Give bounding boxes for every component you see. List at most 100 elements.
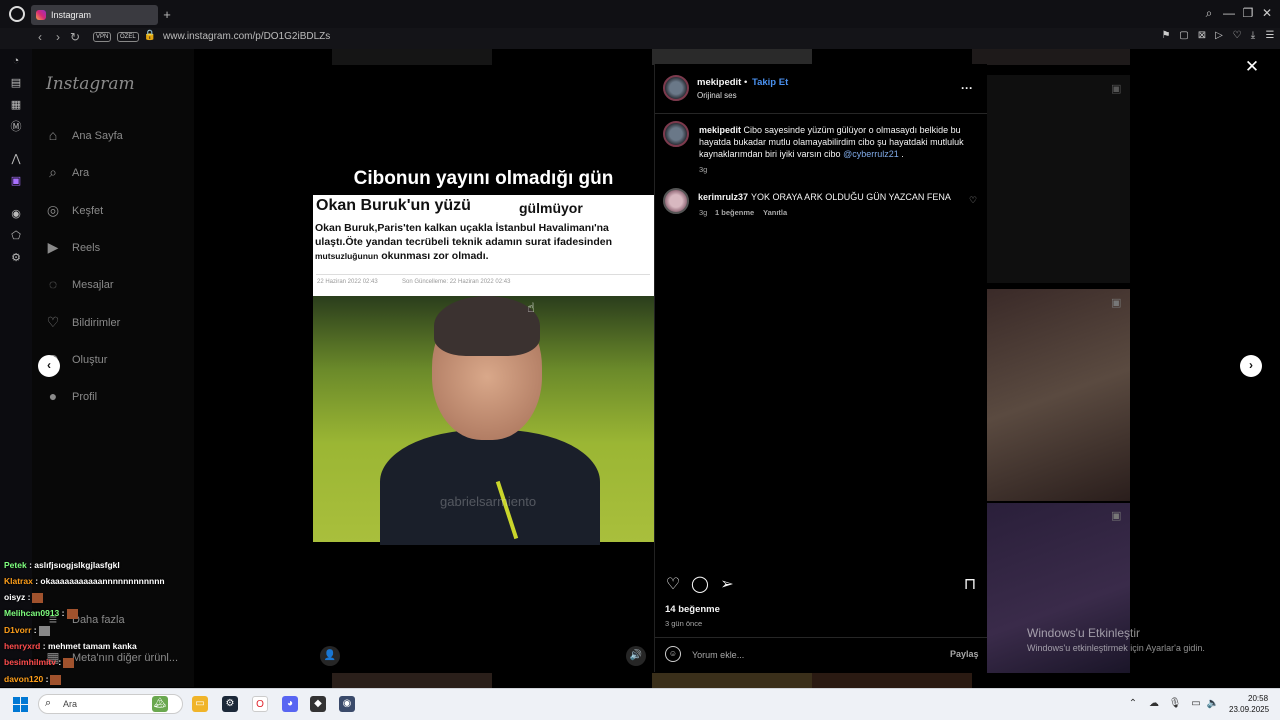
clock-date[interactable]: 23.09.2025 bbox=[1229, 705, 1269, 714]
next-post-chevron-icon[interactable]: › bbox=[1240, 355, 1262, 377]
close-icon[interactable]: ✕ bbox=[1244, 57, 1260, 77]
back-icon[interactable]: ‹ bbox=[33, 30, 47, 44]
cloud-icon[interactable]: ☁ bbox=[1147, 698, 1161, 709]
original-audio-link[interactable]: Orijinal ses bbox=[697, 91, 737, 100]
caption: mekipedit Cibo sayesinde yüzüm gülüyor o… bbox=[699, 124, 974, 160]
browser-tab-bar bbox=[0, 0, 1280, 28]
author-avatar[interactable] bbox=[663, 75, 689, 101]
aria-icon[interactable]: ◔ bbox=[9, 54, 23, 68]
workspace-icon[interactable]: ▤ bbox=[9, 76, 23, 90]
emoji-icon[interactable]: ☺ bbox=[665, 646, 681, 662]
hand-cursor-icon: ☝ bbox=[527, 300, 535, 315]
opera-logo-icon[interactable] bbox=[9, 6, 25, 22]
instagram-favicon-icon bbox=[36, 10, 46, 20]
app-icon[interactable]: ◉ bbox=[339, 696, 355, 712]
chat-message: D1vorr : bbox=[4, 625, 50, 636]
private-badge[interactable]: ÖZEL bbox=[117, 32, 139, 42]
steam-icon[interactable]: ⚙ bbox=[222, 696, 238, 712]
comment-time[interactable]: 3g bbox=[699, 208, 707, 217]
emote-icon bbox=[32, 592, 44, 603]
search-icon: ⌕ bbox=[45, 697, 52, 709]
search-icon: ⌕ bbox=[49, 164, 57, 180]
screenshot-icon[interactable]: ▢ bbox=[1177, 30, 1191, 41]
close-window-icon[interactable]: ✕ bbox=[1259, 6, 1275, 20]
volume-icon[interactable]: 🔊 bbox=[626, 646, 646, 666]
url-field[interactable]: www.instagram.com/p/DO1G2iBDLZs bbox=[163, 31, 330, 42]
emote-icon bbox=[50, 674, 62, 685]
menu-icon[interactable]: ☰ bbox=[1263, 30, 1277, 41]
post-comment-button[interactable]: Paylaş bbox=[950, 649, 979, 659]
person-hair bbox=[434, 296, 540, 356]
microphone-icon[interactable]: 🎙 bbox=[1168, 698, 1182, 709]
likes-count[interactable]: 14 beğenme bbox=[665, 604, 720, 615]
news-body-part: mutsuzluğunun bbox=[315, 251, 379, 261]
minimize-icon[interactable]: — bbox=[1221, 6, 1237, 20]
crypto-icon[interactable]: ▦ bbox=[9, 98, 23, 112]
more-options-icon[interactable]: ··· bbox=[961, 81, 973, 95]
player-icon[interactable]: ▷ bbox=[1212, 30, 1226, 41]
caption-avatar[interactable] bbox=[663, 121, 689, 147]
caption-time[interactable]: 3g bbox=[699, 165, 707, 174]
volume-icon[interactable]: 🔈 bbox=[1206, 698, 1220, 709]
chat-message: Petek : aslıfjsıogjslkgjlasfgkl bbox=[4, 560, 120, 570]
browser-tab[interactable]: Instagram bbox=[31, 5, 158, 25]
heart-icon[interactable]: ♡ bbox=[1230, 30, 1244, 41]
chat-message: henryxrd : mehmet tamam kanka bbox=[4, 641, 137, 651]
clock-time[interactable]: 20:58 bbox=[1248, 694, 1268, 703]
file-explorer-icon[interactable]: ▭ bbox=[192, 696, 208, 712]
maximize-icon[interactable]: ❐ bbox=[1240, 6, 1256, 20]
reels-icon: ▣ bbox=[1111, 510, 1122, 522]
download-icon[interactable]: ⤓ bbox=[1246, 30, 1260, 41]
follow-button[interactable]: Takip Et bbox=[752, 77, 788, 88]
like-heart-icon[interactable]: ♡ bbox=[664, 576, 682, 594]
search-highlight-icon[interactable]: 🏔 bbox=[152, 696, 168, 712]
reload-icon[interactable]: ↻ bbox=[68, 30, 82, 44]
discord-icon[interactable]: ◕ bbox=[282, 696, 298, 712]
extensions-icon[interactable]: ⬠ bbox=[9, 229, 23, 243]
background-tile bbox=[652, 49, 812, 65]
home-icon: ⌂ bbox=[48, 127, 58, 143]
settings-icon[interactable]: ⚙ bbox=[9, 251, 23, 265]
news-updated: Son Güncelleme: 22 Haziran 2022 02:43 bbox=[402, 279, 511, 285]
network-icon[interactable]: ▭ bbox=[1189, 698, 1203, 709]
vpn-badge[interactable]: VPN bbox=[93, 32, 112, 42]
forward-icon[interactable]: › bbox=[51, 30, 65, 44]
chevron-up-icon[interactable]: ⌃ bbox=[1126, 698, 1140, 709]
caption-mention[interactable]: @cyberrulz21 bbox=[843, 149, 899, 159]
messenger-app-icon[interactable]: Ⓜ bbox=[9, 120, 23, 134]
comment-like-heart-icon[interactable]: ♡ bbox=[969, 195, 977, 206]
comment-username[interactable]: kerimrulz37 bbox=[698, 192, 748, 202]
adblock-icon[interactable]: ⊠ bbox=[1195, 30, 1209, 41]
app-icon[interactable]: ◆ bbox=[310, 696, 326, 712]
opera-icon[interactable]: O bbox=[252, 696, 268, 712]
chat-message: Melihcan0913 : bbox=[4, 608, 78, 619]
comment-likes[interactable]: 1 beğenme bbox=[715, 208, 754, 217]
caption-username[interactable]: mekipedit bbox=[699, 125, 741, 135]
reels-icon: ▣ bbox=[1111, 83, 1122, 95]
news-title: Okan Buruk'un yüzü bbox=[316, 197, 471, 214]
search-tabs-icon[interactable]: ⌕ bbox=[1201, 6, 1217, 21]
heart-icon: ♡ bbox=[46, 314, 60, 330]
save-bookmark-icon[interactable]: ⊓ bbox=[961, 576, 979, 594]
reply-button[interactable]: Yanıtla bbox=[763, 208, 787, 217]
lock-icon[interactable]: 🔒 bbox=[143, 30, 157, 41]
bookmark-icon[interactable]: ⚑ bbox=[1159, 30, 1173, 41]
comment-bubble-icon[interactable]: ◯ bbox=[691, 576, 709, 594]
chat-username: D1vorr bbox=[4, 625, 32, 635]
author-username[interactable]: mekipedit bbox=[697, 77, 741, 88]
windows-activation-subtitle: Windows'u etkinleştirmek için Ayarlar'a … bbox=[1027, 643, 1205, 653]
chat-text: : bbox=[61, 608, 65, 618]
twitch-icon[interactable]: ▣ bbox=[9, 174, 23, 188]
separator-dot: • bbox=[744, 77, 748, 88]
previous-post-chevron-icon[interactable]: ‹ bbox=[38, 355, 60, 377]
player-sidebar-icon[interactable]: ◉ bbox=[9, 207, 23, 221]
user-tags-icon[interactable]: 👤 bbox=[320, 646, 340, 666]
chat-username: Klatrax bbox=[4, 576, 33, 586]
arc-icon[interactable]: ⋀ bbox=[9, 152, 23, 166]
comment-input[interactable] bbox=[692, 648, 932, 662]
windows-start-icon[interactable] bbox=[13, 697, 28, 712]
share-send-icon[interactable]: ➢ bbox=[718, 576, 736, 594]
new-tab-button[interactable]: + bbox=[161, 7, 173, 22]
commenter-avatar[interactable] bbox=[663, 188, 689, 214]
instagram-logo[interactable]: Instagram bbox=[46, 74, 135, 94]
